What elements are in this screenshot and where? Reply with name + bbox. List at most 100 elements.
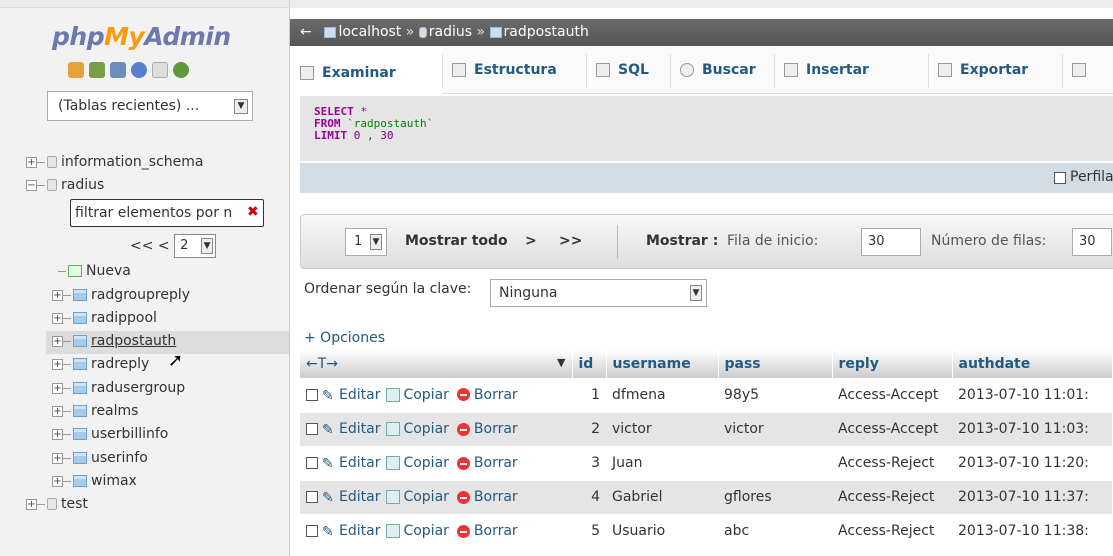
expand-icon[interactable]: + xyxy=(52,475,63,487)
tab-examinar[interactable]: Examinar xyxy=(290,46,442,94)
options-link[interactable]: + Opciones xyxy=(304,330,385,346)
cell-id[interactable]: 5 xyxy=(572,514,606,549)
cell-username[interactable]: dfmena xyxy=(606,378,718,413)
sidebar-table-userbillinfo[interactable]: + userbillinfo xyxy=(52,426,168,442)
column-header-pass[interactable]: pass xyxy=(718,350,833,378)
edit-link[interactable]: Editar xyxy=(339,421,380,437)
sidebar-table-userinfo[interactable]: + userinfo xyxy=(52,450,148,466)
cell-id[interactable]: 4 xyxy=(572,480,606,515)
sidebar-table-wimax[interactable]: + wimax xyxy=(52,473,137,489)
row-checkbox[interactable] xyxy=(306,491,318,503)
expand-icon[interactable]: + xyxy=(52,358,63,370)
expand-icon[interactable]: + xyxy=(52,382,63,394)
row-checkbox[interactable] xyxy=(306,525,318,537)
cell-username[interactable]: Usuario xyxy=(606,514,718,549)
cell-reply[interactable]: Access-Reject xyxy=(832,480,952,515)
query-icon[interactable] xyxy=(110,62,126,78)
edit-link[interactable]: Editar xyxy=(339,455,380,471)
show-all-button[interactable]: Mostrar todo xyxy=(405,233,508,249)
copy-link[interactable]: Copiar xyxy=(403,387,448,403)
tab-buscar[interactable]: Buscar xyxy=(670,46,774,94)
page-number-select[interactable]: 1 ▼ xyxy=(345,228,387,256)
cell-username[interactable]: Juan xyxy=(606,446,718,481)
breadcrumb-table[interactable]: radpostauth xyxy=(504,24,589,40)
home-icon[interactable] xyxy=(68,62,84,78)
pager-prev[interactable]: << < xyxy=(130,238,170,254)
sidebar-table-radusergroup[interactable]: + radusergroup xyxy=(52,380,185,396)
cell-pass[interactable] xyxy=(718,446,832,481)
expand-icon[interactable]: + xyxy=(26,156,37,168)
db-item-radius[interactable]: − radius xyxy=(26,177,104,193)
tab-estructura[interactable]: Estructura xyxy=(442,46,586,94)
delete-link[interactable]: Borrar xyxy=(474,489,518,505)
edit-link[interactable]: Editar xyxy=(339,489,380,505)
edit-link[interactable]: Editar xyxy=(339,387,380,403)
new-table-item[interactable]: Nueva xyxy=(58,263,131,279)
column-header-authdate[interactable]: authdate xyxy=(952,350,1113,378)
row-checkbox[interactable] xyxy=(306,388,318,401)
recent-tables-select[interactable]: (Tablas recientes) ... ▼ xyxy=(47,91,253,121)
expand-icon[interactable]: + xyxy=(52,452,63,464)
db-item-test[interactable]: + test xyxy=(26,496,88,512)
edit-link[interactable]: Editar xyxy=(339,523,380,539)
column-arrows-icon[interactable]: ←T→ xyxy=(306,356,338,372)
row-checkbox[interactable] xyxy=(306,457,318,469)
expand-icon[interactable]: + xyxy=(52,312,63,324)
delete-link[interactable]: Borrar xyxy=(474,523,518,539)
expand-icon[interactable]: + xyxy=(52,405,63,417)
rows-count-input[interactable]: 30 xyxy=(1072,228,1112,256)
sidebar-table-radreply[interactable]: + radreply xyxy=(52,356,149,372)
column-toggle-header[interactable]: ←T→ ▼ xyxy=(300,350,573,378)
breadcrumb-server[interactable]: localhost xyxy=(338,24,401,40)
column-header-username[interactable]: username xyxy=(606,350,719,378)
cell-authdate[interactable]: 2013-07-10 11:38: xyxy=(952,514,1112,549)
row-checkbox[interactable] xyxy=(306,423,318,435)
expand-icon[interactable]: + xyxy=(52,335,63,347)
cell-username[interactable]: victor xyxy=(606,412,718,447)
table-filter-input[interactable]: filtrar elementos por n xyxy=(70,199,264,227)
sort-key-select[interactable]: Ninguna ▼ xyxy=(490,279,707,307)
sidebar-table-radpostauth[interactable]: + radpostauth xyxy=(52,333,176,349)
copy-link[interactable]: Copiar xyxy=(403,455,448,471)
cell-pass[interactable]: gflores xyxy=(718,480,832,515)
delete-link[interactable]: Borrar xyxy=(474,455,518,471)
back-arrow-icon[interactable]: ← xyxy=(300,19,320,46)
profiling-checkbox[interactable] xyxy=(1054,172,1066,184)
page-select[interactable]: 2 ▼ xyxy=(174,234,217,258)
delete-link[interactable]: Borrar xyxy=(474,421,518,437)
sidebar-table-radgroupreply[interactable]: + radgroupreply xyxy=(52,287,190,303)
cell-authdate[interactable]: 2013-07-10 11:03: xyxy=(952,412,1112,447)
sidebar-table-realms[interactable]: + realms xyxy=(52,403,138,419)
cell-reply[interactable]: Access-Accept xyxy=(832,378,952,413)
copy-link[interactable]: Copiar xyxy=(403,489,448,505)
tab-exportar[interactable]: Exportar xyxy=(928,46,1062,94)
collapse-icon[interactable]: − xyxy=(26,179,37,191)
docs-icon[interactable] xyxy=(152,62,168,78)
database-icon[interactable] xyxy=(89,62,105,78)
db-item-information-schema[interactable]: + information_schema xyxy=(26,154,204,170)
cell-pass[interactable]: 98y5 xyxy=(718,378,832,413)
breadcrumb-db[interactable]: radius xyxy=(429,24,472,40)
copy-link[interactable]: Copiar xyxy=(403,421,448,437)
column-header-reply[interactable]: reply xyxy=(832,350,953,378)
phpmyadmin-logo[interactable]: phpMyAdmin xyxy=(52,22,231,51)
clear-filter-icon[interactable]: ✖ xyxy=(247,204,259,220)
cell-pass[interactable]: victor xyxy=(718,412,832,447)
tab-more[interactable] xyxy=(1062,46,1113,94)
cell-authdate[interactable]: 2013-07-10 11:20: xyxy=(952,446,1112,481)
expand-icon[interactable]: + xyxy=(52,428,63,440)
sidebar-table-radippool[interactable]: + radippool xyxy=(52,310,157,326)
cell-pass[interactable]: abc xyxy=(718,514,832,549)
tab-sql[interactable]: SQL xyxy=(586,46,670,94)
cell-id[interactable]: 2 xyxy=(572,412,606,447)
cell-username[interactable]: Gabriel xyxy=(606,480,718,515)
column-header-id[interactable]: id xyxy=(572,350,607,378)
copy-link[interactable]: Copiar xyxy=(403,523,448,539)
cell-reply[interactable]: Access-Reject xyxy=(832,446,952,481)
cell-authdate[interactable]: 2013-07-10 11:37: xyxy=(952,480,1112,515)
tab-insertar[interactable]: Insertar xyxy=(774,46,928,94)
expand-icon[interactable]: + xyxy=(52,289,63,301)
expand-icon[interactable]: + xyxy=(26,498,37,510)
reload-icon[interactable] xyxy=(173,62,189,78)
delete-link[interactable]: Borrar xyxy=(474,387,518,403)
